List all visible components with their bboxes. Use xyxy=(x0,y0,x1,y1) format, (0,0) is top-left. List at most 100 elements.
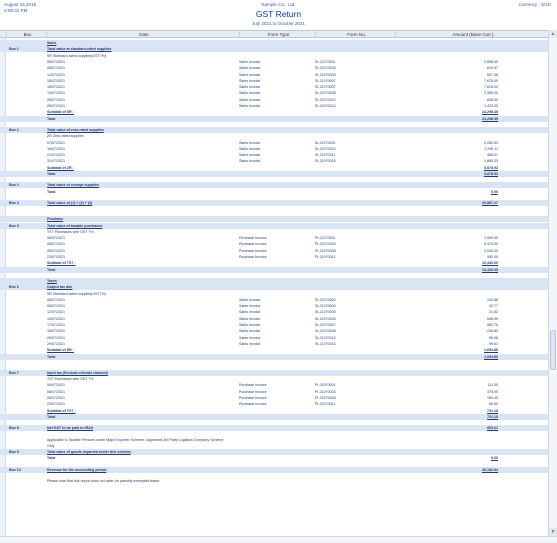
report-row[interactable]: 18/07/2021 Sales Invoice SI-21070008 236.80 xyxy=(0,328,548,334)
report-row[interactable]: Applicable to Taxable Persons under Majo… xyxy=(0,437,548,443)
label-cell: Total xyxy=(47,456,56,461)
report-row[interactable]: Box 9 Total value of goods imported under… xyxy=(0,449,548,456)
form-no-cell: SI-21070005 xyxy=(315,72,336,77)
report-row[interactable]: 23/07/2021 Purchase Invoice PI-21070011 69.… xyxy=(0,401,548,407)
amount-cell: 36,182.94 xyxy=(482,467,498,472)
report-row[interactable]: 17/07/2021 Sales Invoice SI-21070007 563.76 xyxy=(0,322,548,328)
report-row[interactable]: Box 8 Net GST to be paid to IRAS 963.61 xyxy=(0,425,548,432)
report-row[interactable]: Only xyxy=(0,443,548,449)
report-row[interactable]: 08/07/2021 Purchase Invoice PI-21070003 375… xyxy=(0,389,548,395)
report-row[interactable]: 08/07/2021 Purchase Invoice PI-21070003 5,3… xyxy=(0,241,548,247)
report-row[interactable]: Box 13 Revenue for the accounting period 3… xyxy=(0,466,548,473)
label-cell: Taxes xyxy=(47,278,57,283)
report-row[interactable]: 23/07/2021 Purchase Invoice PI-21070011 950… xyxy=(0,254,548,260)
amount-cell: 468.07 xyxy=(487,153,498,158)
report-row[interactable]: 06/07/2021 Purchase Invoice PI-21070001 111… xyxy=(0,382,548,388)
report-row[interactable]: 16/07/2021 Sales Invoice SI-21070010 1,298.… xyxy=(0,146,548,152)
report-row[interactable]: 06/07/2021 Sales Invoice SI-21070001 2,898.… xyxy=(0,59,548,65)
form-type-cell: Sales Invoice xyxy=(239,297,261,302)
scroll-thumb[interactable] xyxy=(550,330,556,370)
horizontal-scrollbar[interactable] xyxy=(0,536,557,543)
report-row[interactable]: 06/07/2021 Sales Invoice SI-21070002 140.88 xyxy=(0,297,548,303)
report-row[interactable]: 26/07/2021 Purchase Invoice PI-21070008 2,5… xyxy=(0,248,548,254)
report-row[interactable]: 12/07/2021 Sales Invoice SI-21070005 21.82 xyxy=(0,309,548,315)
report-row[interactable]: Please note that this report does not ca… xyxy=(0,478,548,484)
box-cell: Box 5 xyxy=(9,223,19,228)
form-type-cell: Sales Invoice xyxy=(239,159,261,164)
report-row[interactable]: Subtotal of SR : 1,694.86 xyxy=(0,347,548,353)
report-row[interactable]: Box 5 Total value of taxable purchases xyxy=(0,222,548,229)
report-row[interactable]: Total 10,440.00 xyxy=(0,266,548,273)
report-row[interactable]: 15/07/2021 Sales Invoice SI-21070007 7,678.… xyxy=(0,78,548,84)
report-row[interactable]: 26/07/2021 Purchase Invoice PI-21070008 184… xyxy=(0,395,548,401)
form-type-cell: Sales Invoice xyxy=(239,140,261,145)
report-row[interactable]: Subtotal of TX7 : 10,440.00 xyxy=(0,260,548,266)
form-no-cell: PI-21070011 xyxy=(315,255,336,259)
report-row[interactable]: Box 4 Total value of (1) + (2) + (3) 29,88… xyxy=(0,199,548,206)
report-row[interactable]: Box 1 Total value at standard-rated suppl… xyxy=(0,46,548,53)
scroll-down-icon[interactable]: ▼ xyxy=(549,528,557,536)
amount-cell: 7,815.00 xyxy=(484,85,498,90)
report-row[interactable]: Total 0.00 xyxy=(0,189,548,195)
report-row[interactable]: TX7 Purchases with GST 7% xyxy=(0,376,548,382)
report-grid[interactable]: Sales Box 1 Total value at standard-rated … xyxy=(0,38,548,536)
report-row[interactable]: 08/07/2021 Sales Invoice SI-21070004 42.77 xyxy=(0,303,548,309)
report-row[interactable]: Box 2 Total value of zero-rated supplies xyxy=(0,126,548,133)
form-type-cell: Sales Invoice xyxy=(239,335,261,340)
report-row[interactable]: SR Standard-rated supplies(GST7%) xyxy=(0,53,548,59)
label-cell: SR Standard-rated supplies(GST7%) xyxy=(47,291,107,296)
report-row[interactable]: Subtotal of ZR : 5,878.92 xyxy=(0,165,548,171)
report-row[interactable]: Total 0.00 xyxy=(0,455,548,461)
report-row[interactable]: 19/07/2021 Sales Invoice SI-21070008 2,395.… xyxy=(0,90,548,96)
report-row[interactable]: 21/07/2021 Sales Invoice SI-21070011 468.07 xyxy=(0,152,548,158)
vertical-scrollbar[interactable]: ▲ ▼ xyxy=(548,30,557,536)
report-row[interactable]: 07/07/2021 Sales Invoice SI-21070001 2,282.… xyxy=(0,140,548,146)
column-header-row: Box Date Form Type Form No. Amount (Base… xyxy=(0,30,548,38)
report-row[interactable]: Purchase xyxy=(0,216,548,223)
label-cell: Total value at standard-rated supplies xyxy=(47,47,112,52)
report-row[interactable]: Box 7 Input tax (Exclude refunds claimed) xyxy=(0,369,548,376)
form-no-cell: PI-21070001 xyxy=(315,383,336,388)
date-cell: 08/07/2021 xyxy=(47,389,65,394)
form-type-cell: Sales Invoice xyxy=(239,104,261,108)
report-row[interactable]: 26/07/2021 Sales Invoice SI-21070012 848.00 xyxy=(0,97,548,103)
form-type-cell: Sales Invoice xyxy=(239,310,261,315)
report-row[interactable]: 12/07/2021 Sales Invoice SI-21070005 597.36 xyxy=(0,72,548,78)
report-row[interactable]: 29/07/2021 Sales Invoice SI-21070013 1,423.… xyxy=(0,103,548,109)
report-row[interactable]: Total 1,694.86 xyxy=(0,353,548,360)
amount-cell: 56.36 xyxy=(489,335,498,340)
amount-cell: 99.61 xyxy=(489,341,498,346)
report-row[interactable]: 29/07/2021 Sales Invoice SI-21070013 99.61 xyxy=(0,341,548,347)
report-row[interactable]: 15/07/2021 Sales Invoice SI-21070006 536.90 xyxy=(0,316,548,322)
report-row[interactable]: Sales xyxy=(0,40,548,46)
report-row[interactable]: Total 24,298.35 xyxy=(0,115,548,122)
label-cell: Revenue for the accounting period xyxy=(47,467,107,472)
amount-cell: 610.97 xyxy=(487,66,498,71)
report-row[interactable]: 18/07/2021 Sales Invoice SI-21070007 7,815.… xyxy=(0,84,548,90)
box-cell: Box 13 xyxy=(9,467,21,472)
report-row[interactable]: Subtotal of SR : 24,298.35 xyxy=(0,109,548,115)
report-row[interactable]: Taxes xyxy=(0,277,548,284)
report-row[interactable]: 31/07/2021 Sales Invoice SI-21070015 1,889.… xyxy=(0,158,548,164)
form-no-cell: SI-21070001 xyxy=(315,59,336,64)
report-row[interactable]: 08/07/2021 Sales Invoice SI-21070004 610.97 xyxy=(0,65,548,71)
date-cell: 15/07/2021 xyxy=(47,316,65,321)
report-row[interactable]: ZR Zero-rated supplies xyxy=(0,133,548,139)
report-row[interactable]: TX7 Purchases with GST 7% xyxy=(0,229,548,235)
report-row[interactable]: 26/07/2021 Sales Invoice SI-21070012 56.36 xyxy=(0,335,548,341)
date-cell: 17/07/2021 xyxy=(47,323,65,327)
report-row[interactable]: 06/07/2021 Purchase Invoice PI-21070001 1,5… xyxy=(0,235,548,241)
date-cell: 19/07/2021 xyxy=(47,91,65,96)
label-cell: Total xyxy=(47,267,56,272)
report-row[interactable]: Total 5,878.92 xyxy=(0,171,548,177)
form-no-cell: SI-21070012 xyxy=(315,335,336,340)
label-cell: Input tax (Exclude refunds claimed) xyxy=(47,370,108,375)
form-no-cell: SI-21070013 xyxy=(315,104,336,108)
report-row[interactable]: SR Standard-rated supplies(GST7%) xyxy=(0,291,548,297)
report-row[interactable]: Subtotal of TX7 : 731.15 xyxy=(0,408,548,414)
report-row[interactable]: Total 731.15 xyxy=(0,413,548,420)
report-row[interactable]: Box 3 Total value of exempt supplies xyxy=(0,182,548,189)
form-no-cell: SI-21070006 xyxy=(315,316,336,321)
scroll-up-icon[interactable]: ▲ xyxy=(549,30,557,38)
report-row[interactable]: Box 6 Output tax due xyxy=(0,284,548,291)
